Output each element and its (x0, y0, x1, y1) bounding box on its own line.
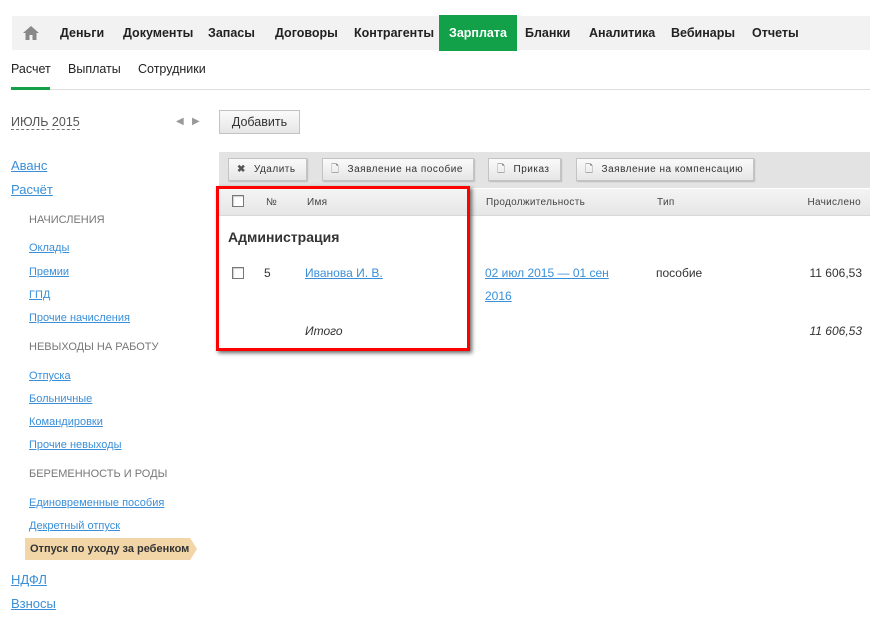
total-value: 11 606,53 (809, 324, 863, 338)
home-icon[interactable] (22, 25, 40, 41)
nav-contracts[interactable]: Договоры (275, 16, 338, 50)
nav-webinars[interactable]: Вебинары (671, 16, 735, 50)
sidebar-advance[interactable]: Аванс (11, 158, 47, 173)
benefit-label: Заявление на пособие (347, 164, 463, 175)
nav-analytics[interactable]: Аналитика (589, 16, 655, 50)
header-duration: Продолжительность (486, 197, 586, 208)
tab-calculation[interactable]: Расчет (11, 62, 51, 76)
sidebar-parental-leave[interactable]: Отпуск по уходу за ребенком (30, 543, 189, 555)
order-button[interactable]: 🗋 Приказ (488, 158, 561, 181)
close-icon: ✖ (237, 164, 246, 175)
compensation-label: Заявление на компенсацию (601, 164, 744, 175)
sidebar-salaries[interactable]: Оклады (29, 242, 69, 254)
sidebar-vacations[interactable]: Отпуска (29, 370, 71, 382)
delete-button[interactable]: ✖ Удалить (228, 158, 307, 181)
duration-link[interactable]: 02 июл 2015 — 01 сен (485, 266, 609, 280)
nav-money[interactable]: Деньги (60, 16, 104, 50)
sidebar-other-accruals[interactable]: Прочие начисления (29, 312, 130, 324)
nav-reports[interactable]: Отчеты (752, 16, 799, 50)
duration-link-year[interactable]: 2016 (485, 289, 512, 303)
next-period-icon[interactable]: ▶ (192, 116, 200, 127)
add-button[interactable]: Добавить (219, 110, 300, 134)
period-selector[interactable]: ИЮЛЬ 2015 (11, 115, 80, 130)
sidebar-business-trips[interactable]: Командировки (29, 416, 103, 428)
nav-forms[interactable]: Бланки (525, 16, 570, 50)
nav-documents[interactable]: Документы (123, 16, 193, 50)
delete-label: Удалить (253, 164, 296, 175)
active-tab-indicator (11, 87, 50, 90)
sidebar-maternity-leave[interactable]: Декретный отпуск (29, 520, 120, 532)
sidebar-gpd[interactable]: ГПД (29, 289, 50, 301)
nav-stock[interactable]: Запасы (208, 16, 255, 50)
header-accrued: Начислено (807, 197, 861, 208)
toolbar: ✖ Удалить 🗋 Заявление на пособие 🗋 Приказ 🗋… (219, 152, 870, 188)
sidebar-contributions[interactable]: Взносы (11, 596, 56, 611)
sidebar-lump-sum-benefits[interactable]: Единовременные пособия (29, 497, 164, 509)
row-accrued: 11 606,53 (809, 266, 863, 280)
compensation-application-button[interactable]: 🗋 Заявление на компенсацию (576, 158, 755, 181)
header-type: Тип (657, 197, 675, 208)
highlight-annotation-box (216, 186, 470, 351)
category-maternity: БЕРЕМЕННОСТЬ И РОДЫ (29, 468, 168, 480)
document-icon: 🗋 (497, 164, 506, 175)
document-icon: 🗋 (585, 164, 594, 175)
sidebar-ndfl[interactable]: НДФЛ (11, 572, 47, 587)
benefit-application-button[interactable]: 🗋 Заявление на пособие (322, 158, 474, 181)
nav-salary[interactable]: Зарплата (439, 15, 517, 51)
nav-counterparties[interactable]: Контрагенты (354, 16, 434, 50)
sidebar-sick-leave[interactable]: Больничные (29, 393, 92, 405)
order-label: Приказ (513, 164, 550, 175)
sidebar-calculation[interactable]: Расчёт (11, 182, 53, 197)
tab-payments[interactable]: Выплаты (68, 62, 121, 76)
category-accruals: НАЧИСЛЕНИЯ (29, 214, 105, 226)
category-absences: НЕВЫХОДЫ НА РАБОТУ (29, 341, 159, 353)
sidebar-bonuses[interactable]: Премии (29, 266, 69, 278)
tab-employees[interactable]: Сотрудники (138, 62, 206, 76)
top-nav: Деньги Документы Запасы Договоры Контраг… (12, 15, 870, 51)
row-type: пособие (656, 266, 703, 280)
sidebar-other-absences[interactable]: Прочие невыходы (29, 439, 121, 451)
divider (11, 89, 870, 90)
document-icon: 🗋 (331, 164, 340, 175)
prev-period-icon[interactable]: ◀ (176, 116, 184, 127)
